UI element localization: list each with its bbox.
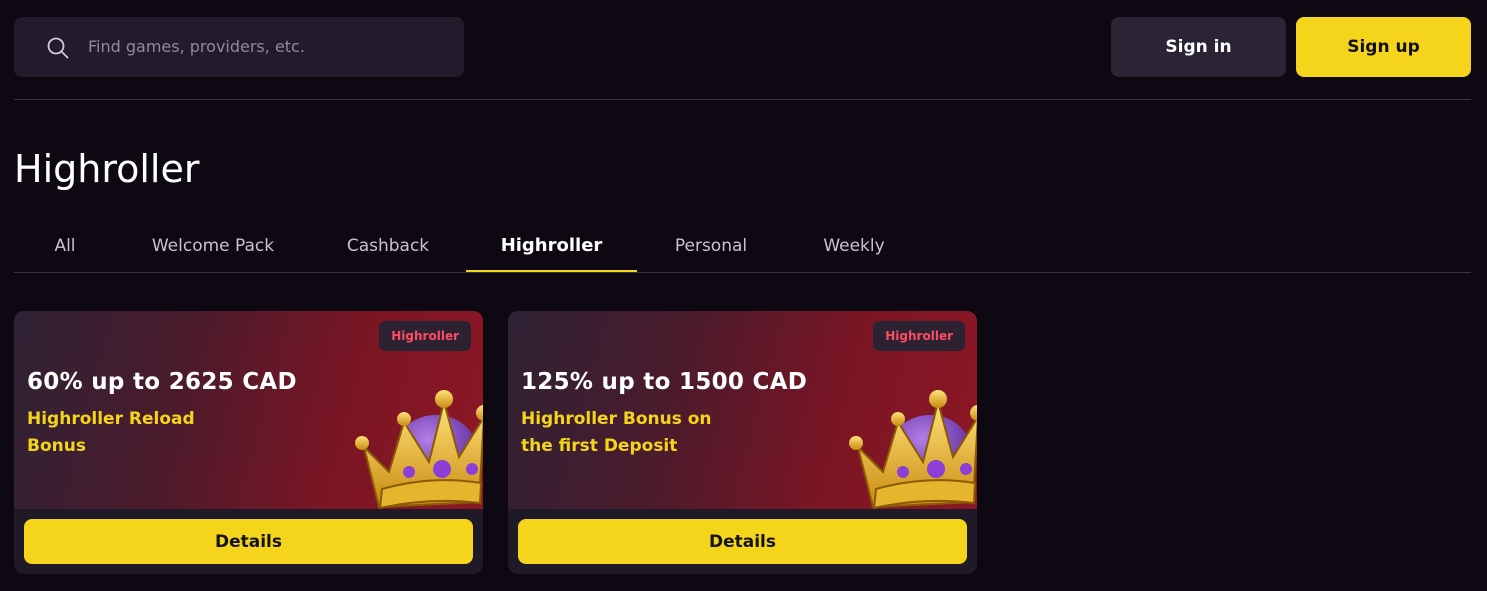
category-badge: Highroller [873,321,965,351]
bonus-headline: 125% up to 1500 CAD [521,369,808,395]
search-input[interactable]: Find games, providers, etc. [14,17,464,77]
page-title: Highroller [14,147,200,191]
tab-highroller[interactable]: Highroller [466,222,637,272]
details-button[interactable]: Details [24,519,473,564]
category-badge: Highroller [379,321,471,351]
tab-personal[interactable]: Personal [659,222,763,272]
bonus-banner: Highroller 125% up to 1500 CAD Highrolle… [508,311,977,510]
header-divider [14,99,1471,100]
bonus-subline: Highroller Reload Bonus [27,409,195,456]
crown-icon [849,390,977,510]
details-button[interactable]: Details [518,519,967,564]
top-bar: Find games, providers, etc. Sign in Sign… [0,0,1487,100]
bonus-subline: Highroller Bonus on the first Deposit [521,409,712,456]
promo-tabs: All Welcome Pack Cashback Highroller Per… [14,222,1471,273]
sign-in-button[interactable]: Sign in [1111,17,1286,77]
crown-icon [355,390,483,510]
bonus-banner: Highroller 60% up to 2625 CAD Highroller… [14,311,483,510]
tab-all[interactable]: All [14,222,116,272]
tab-cashback[interactable]: Cashback [324,222,452,272]
tab-welcome-pack[interactable]: Welcome Pack [136,222,290,272]
bonus-card: Highroller 60% up to 2625 CAD Highroller… [14,311,483,574]
sign-up-button[interactable]: Sign up [1296,17,1471,77]
bonus-card: Highroller 125% up to 1500 CAD Highrolle… [508,311,977,574]
search-icon [47,37,69,59]
bonus-headline: 60% up to 2625 CAD [27,369,297,395]
search-placeholder: Find games, providers, etc. [88,37,305,56]
tab-weekly[interactable]: Weekly [804,222,904,272]
